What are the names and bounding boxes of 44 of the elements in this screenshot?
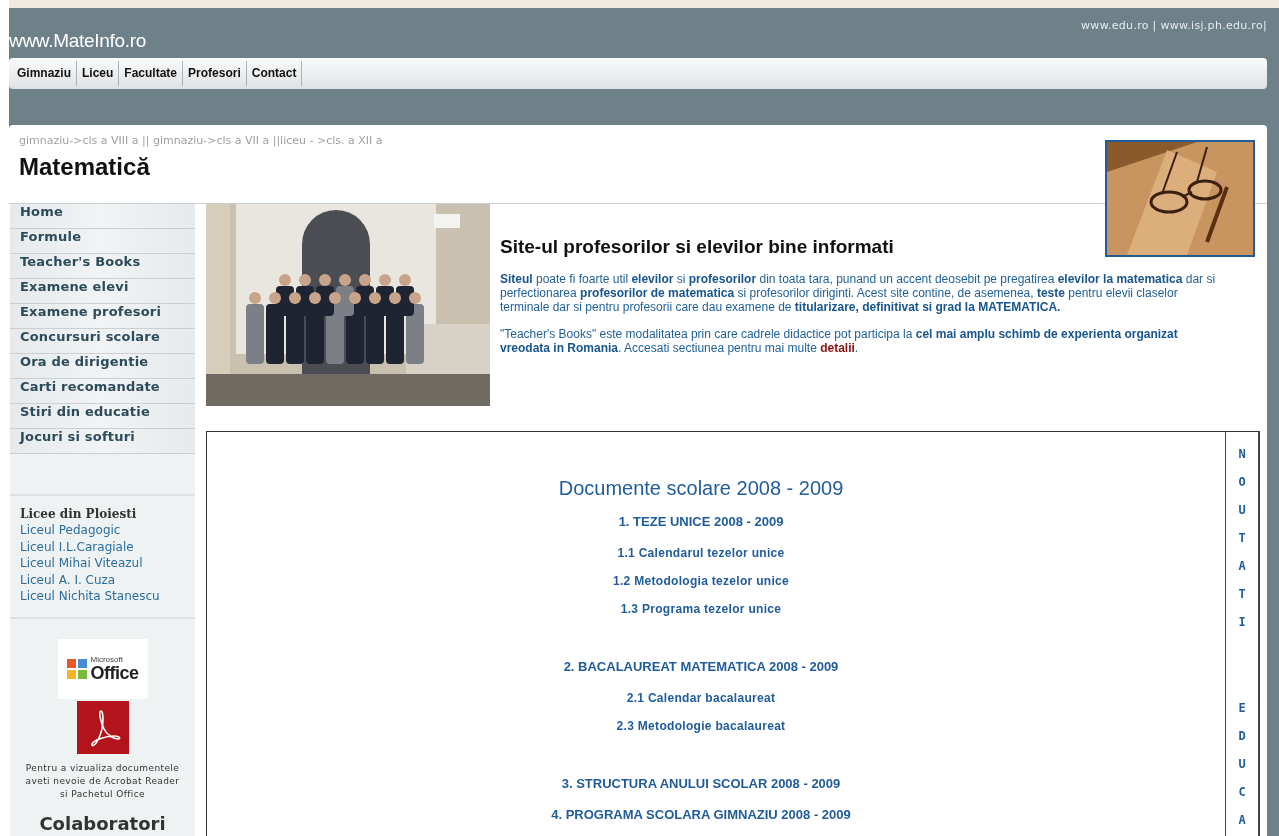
school-link[interactable]: Liceul A. I. Cuza (20, 571, 185, 588)
sidebar-menu-item[interactable]: Teacher's Books (10, 254, 195, 279)
intro-paragraph: Siteul poate fi foarte util elevilor si profesorilor din toata tara, punand un accent deosebit pe pregatirea elevilor la matematica dar si perfectionarea profesorilor de matematica si profesorilor diriginti. Acest site contine, de asemenea, teste pentru elevii claselor terminale dar si pentru profesorii care dau examene de titularizare, definitivat si grad la MATEMATICA. (500, 272, 1217, 314)
header-links[interactable]: www.edu.ro | www.isj.ph.edu.ro| (1081, 19, 1267, 58)
sidebar-menu-item[interactable]: Stiri din educatie (10, 404, 195, 429)
sidebar-menu-item[interactable]: Concursuri scolare (10, 329, 195, 354)
school-link[interactable]: Liceul Pedagogic (20, 522, 185, 539)
school-link[interactable]: Liceul Nichita Stanescu (20, 588, 185, 605)
site-title[interactable]: www.MateInfo.ro (9, 30, 146, 58)
intro-heading: Site-ul profesorilor si elevilor bine informati (500, 236, 895, 258)
section-heading: Colaboratori (39, 812, 166, 834)
section-heading: Licee din Ploiesti (20, 507, 138, 521)
document-link[interactable]: 1.2 Metodologia tezelor unice (612, 574, 790, 588)
sidebar-menu-item[interactable]: Examene profesori (10, 304, 195, 329)
sidebar-menu-item[interactable]: Carti recomandate (10, 379, 195, 404)
document-link[interactable]: 1.1 Calendarul tezelor unice (617, 546, 785, 560)
details-link[interactable]: detalii (820, 341, 855, 355)
documents-title: Documente scolare 2008 - 2009 (557, 477, 845, 500)
nav-link[interactable]: Gimnaziu (12, 61, 77, 86)
section-link[interactable]: 2. BACALAUREAT MATEMATICA 2008 - 2009 (563, 659, 839, 674)
nav-link[interactable]: Contact (246, 61, 303, 86)
sidebar-menu-item[interactable]: Formule (10, 229, 195, 254)
nav-link[interactable]: Profesori (183, 61, 247, 86)
vertical-label: EDUCA (1237, 700, 1247, 829)
nav-link[interactable]: Facultate (119, 61, 184, 86)
page-title: Matematică (19, 153, 151, 181)
sidebar-menu-item[interactable]: Jocuri si softuri (10, 429, 195, 454)
vertical-label: NOUTATI (1237, 446, 1247, 631)
section-link[interactable]: 3. STRUCTURA ANULUI SCOLAR 2008 - 2009 (561, 776, 841, 791)
office-logo[interactable]: Microsoft Office (57, 638, 148, 699)
section-link[interactable]: 4. PROGRAMA SCOLARA GIMNAZIU 2008 - 2009 (551, 807, 851, 822)
sidebar-menu-item[interactable]: Ora de dirigentie (10, 354, 195, 379)
document-link[interactable]: 2.1 Calendar bacalaureat (626, 691, 776, 705)
acrobat-icon[interactable] (76, 700, 129, 754)
document-link[interactable]: 1.3 Programa tezelor unice (620, 602, 782, 616)
section-link[interactable]: 1. TEZE UNICE 2008 - 2009 (618, 514, 784, 529)
sidebar-menu-item[interactable]: Examene elevi (10, 279, 195, 304)
nav-link[interactable]: Liceu (77, 61, 120, 86)
sidebar-menu-item[interactable]: Home (10, 204, 195, 229)
intro-paragraph: "Teacher's Books" este modalitatea prin care cadrele didactice pot participa la cel mai amplu schimb de experienta organizat vreodata in Romania. Accesati sectiunea pentru mai multe detalii. (500, 327, 1179, 355)
document-link[interactable]: 2.3 Metodologie bacalaureat (616, 719, 786, 733)
school-link[interactable]: Liceul Mihai Viteazul (20, 555, 185, 572)
note-text: Pentru a vizualiza documentele aveti nevoie de Acrobat Reader si Pachetul Office (24, 761, 181, 801)
school-link[interactable]: Liceul I.L.Caragiale (20, 538, 185, 555)
